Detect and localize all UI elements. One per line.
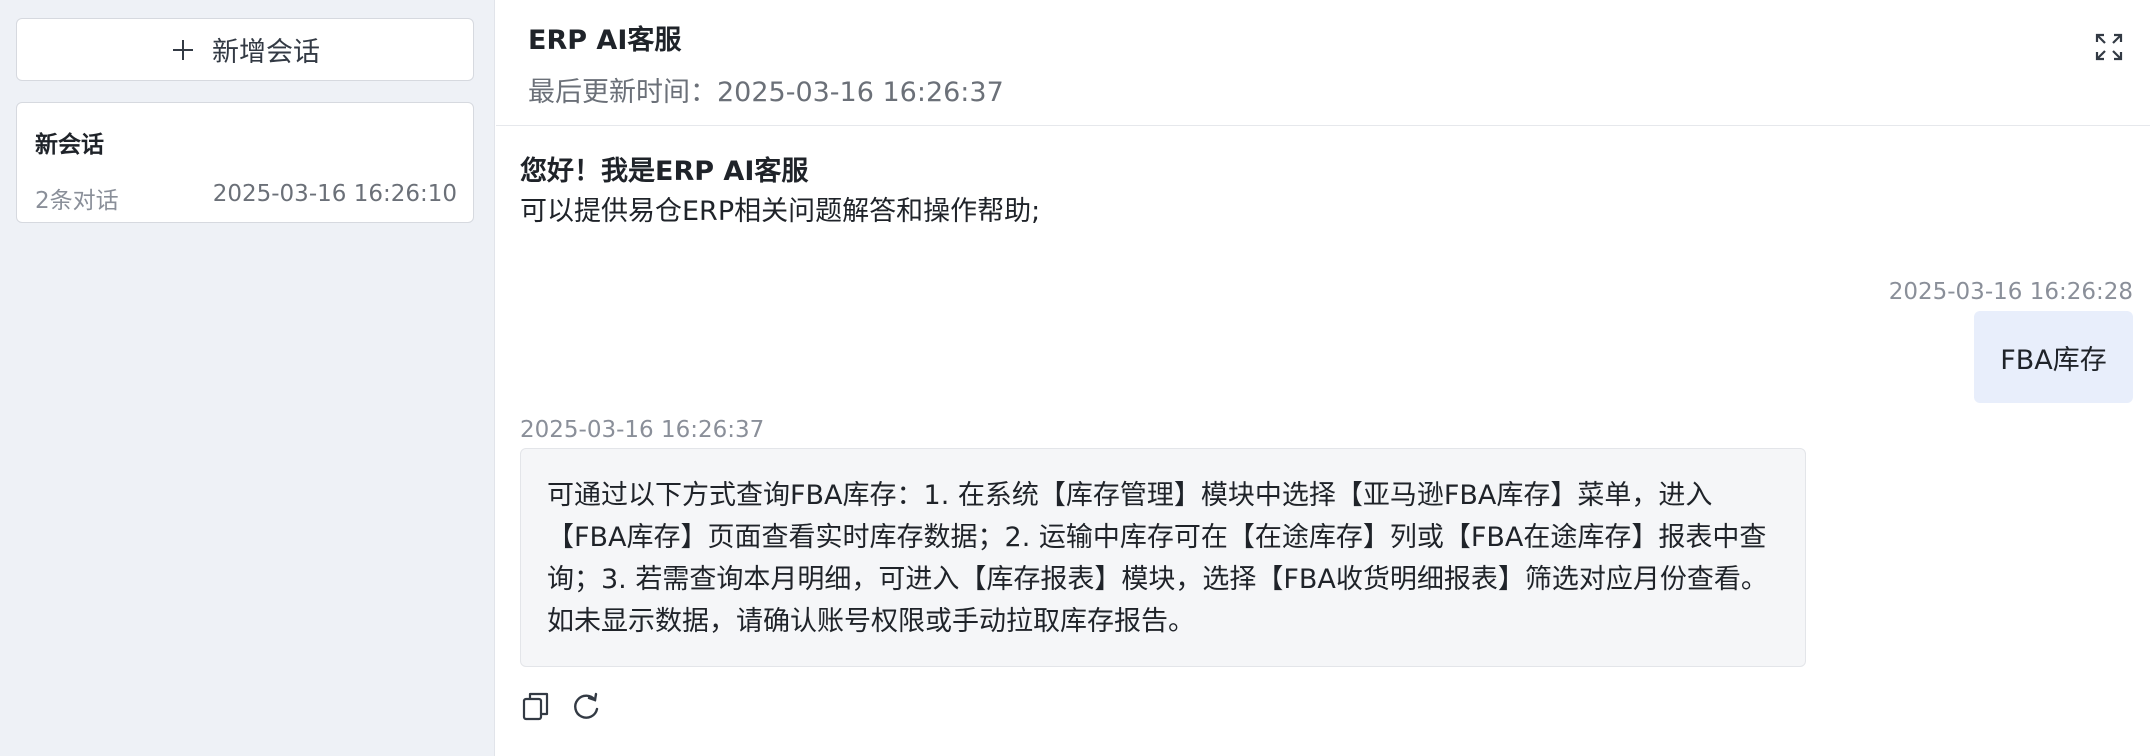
last-updated-time: 2025-03-16 16:26:37 bbox=[717, 77, 1004, 108]
message-actions bbox=[520, 690, 602, 722]
session-item[interactable]: 新会话 2条对话 2025-03-16 16:26:10 bbox=[16, 102, 474, 223]
chat-title: ERP AI客服 bbox=[528, 25, 682, 56]
greeting-text: 可以提供易仓ERP相关问题解答和操作帮助; bbox=[520, 196, 1041, 227]
assistant-message-time: 2025-03-16 16:26:37 bbox=[520, 417, 765, 443]
fullscreen-icon[interactable] bbox=[2094, 32, 2124, 62]
last-updated-label: 最后更新时间： bbox=[528, 77, 717, 108]
new-chat-label: 新增会话 bbox=[212, 37, 320, 68]
user-message-bubble: FBA库存 bbox=[1974, 311, 2133, 403]
plus-icon bbox=[173, 39, 193, 60]
session-count: 2条对话 bbox=[35, 188, 119, 214]
assistant-message-bubble: 可通过以下方式查询FBA库存：1. 在系统【库存管理】模块中选择【亚马逊FBA库… bbox=[520, 448, 1806, 667]
greeting-message: 您好！我是ERP AI客服 可以提供易仓ERP相关问题解答和操作帮助; bbox=[520, 152, 1040, 232]
sidebar: 新增会话 新会话 2条对话 2025-03-16 16:26:10 bbox=[0, 0, 495, 756]
session-title: 新会话 bbox=[35, 132, 104, 158]
session-time: 2025-03-16 16:26:10 bbox=[212, 181, 457, 207]
chat-main: ERP AI客服 最后更新时间：2025-03-16 16:26:37 您好！我… bbox=[496, 0, 2150, 756]
new-chat-button[interactable]: 新增会话 bbox=[16, 18, 474, 81]
greeting-title: 您好！我是ERP AI客服 bbox=[520, 156, 809, 187]
refresh-icon[interactable] bbox=[570, 690, 602, 722]
copy-icon[interactable] bbox=[520, 690, 552, 722]
user-message-time: 2025-03-16 16:26:28 bbox=[1888, 279, 2133, 305]
app-root: 新增会话 新会话 2条对话 2025-03-16 16:26:10 ERP AI… bbox=[0, 0, 2150, 756]
last-updated: 最后更新时间：2025-03-16 16:26:37 bbox=[528, 70, 1004, 109]
chat-header: ERP AI客服 最后更新时间：2025-03-16 16:26:37 bbox=[496, 0, 2150, 126]
